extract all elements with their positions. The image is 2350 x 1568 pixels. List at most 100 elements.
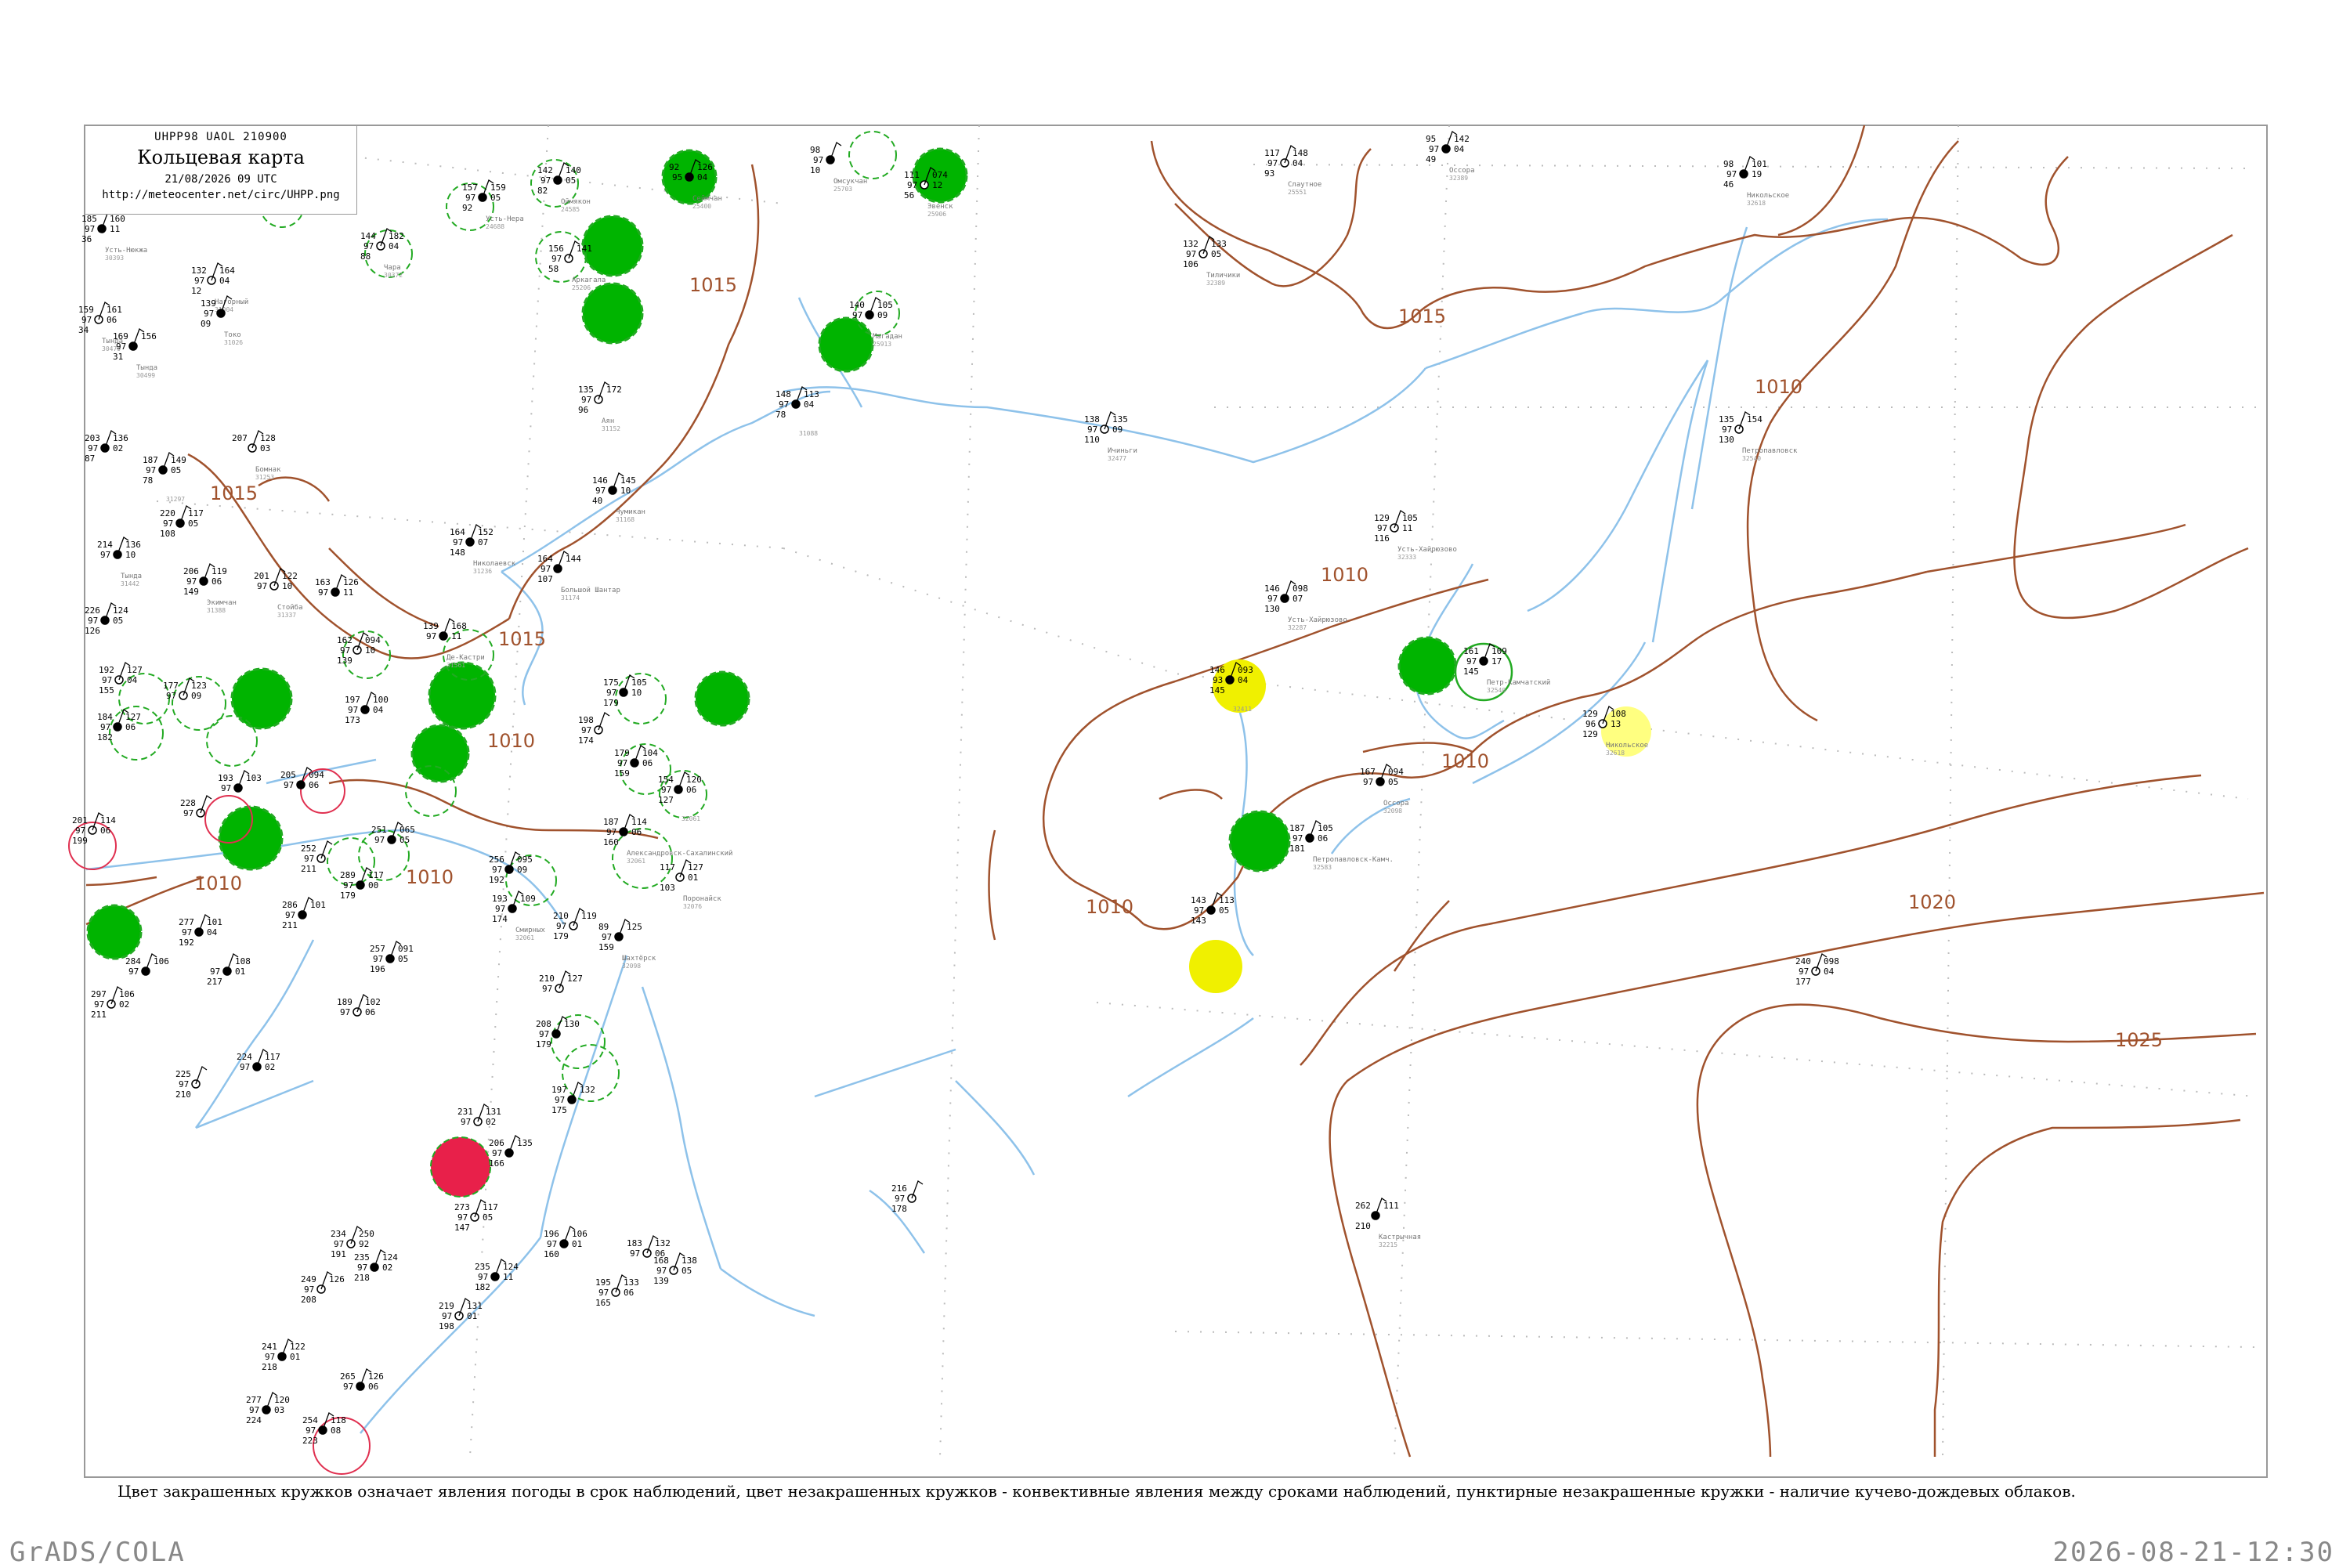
station-pressure: 56 bbox=[904, 190, 914, 201]
weather-fill-green bbox=[1228, 810, 1291, 873]
station-name: Усть-Нера bbox=[486, 215, 524, 223]
station-pressure: 12 bbox=[191, 286, 201, 296]
station-visibility: 02 bbox=[119, 999, 129, 1010]
station-dewpoint: 95 bbox=[672, 172, 682, 182]
station-pressure-tendency: 128 bbox=[260, 433, 276, 443]
station-temperature: 135 bbox=[578, 385, 594, 395]
station-dewpoint: 97 bbox=[453, 537, 463, 547]
station-visibility: 06 bbox=[309, 780, 319, 790]
station-dewpoint: 97 bbox=[1363, 777, 1373, 787]
station-dewpoint: 97 bbox=[186, 576, 197, 587]
station-temperature: 249 bbox=[301, 1274, 316, 1284]
isobar-label: 1020 bbox=[1908, 891, 1956, 913]
station-dewpoint: 97 bbox=[100, 722, 110, 732]
station-temperature: 225 bbox=[175, 1069, 191, 1079]
isobar-label: 1010 bbox=[406, 866, 454, 888]
station-dewpoint: 97 bbox=[265, 1352, 275, 1362]
station-pressure: 191 bbox=[331, 1249, 346, 1259]
isobar-label: 1015 bbox=[689, 274, 737, 296]
station-visibility: 01 bbox=[290, 1352, 300, 1362]
station-name: Магадан bbox=[873, 333, 902, 341]
station-pressure-tendency: 250 bbox=[359, 1229, 374, 1239]
station-pressure: 116 bbox=[1374, 533, 1390, 544]
station-dewpoint: 97 bbox=[304, 854, 314, 864]
station-visibility: 02 bbox=[113, 443, 123, 453]
station-pressure-tendency: 105 bbox=[877, 300, 893, 310]
station-pressure-tendency: 120 bbox=[686, 775, 702, 785]
station-pressure: 31 bbox=[113, 352, 123, 362]
station-temperature: 111 bbox=[904, 170, 920, 180]
station-name: Чумикан bbox=[616, 508, 645, 516]
station-index: 31388 bbox=[207, 607, 226, 614]
station-pressure-tendency: 118 bbox=[331, 1415, 346, 1425]
station-dewpoint: 97 bbox=[656, 1266, 667, 1276]
station-pressure-tendency: 120 bbox=[274, 1395, 290, 1405]
station-temperature: 220 bbox=[160, 508, 175, 518]
isobar-label: 1015 bbox=[1398, 305, 1446, 327]
station-dewpoint: 97 bbox=[304, 1284, 314, 1295]
station-visibility: 11 bbox=[503, 1272, 513, 1282]
station-visibility: 10 bbox=[631, 688, 642, 698]
station-dewpoint: 97 bbox=[94, 999, 104, 1010]
station-pressure: 145 bbox=[1463, 667, 1479, 677]
station-visibility: 05 bbox=[566, 175, 576, 186]
station-pressure-tendency: 103 bbox=[246, 773, 262, 783]
station-pressure-tendency: 124 bbox=[382, 1252, 398, 1263]
station-dewpoint: 97 bbox=[457, 1212, 468, 1223]
station-dewpoint: 97 bbox=[163, 518, 173, 529]
station-dewpoint: 97 bbox=[852, 310, 862, 320]
station-temperature: 187 bbox=[1289, 823, 1305, 833]
station-dewpoint: 97 bbox=[478, 1272, 488, 1282]
station-index: 25703 bbox=[833, 186, 852, 193]
station-visibility: 11 bbox=[451, 631, 461, 641]
station-pressure: 108 bbox=[160, 529, 175, 539]
station-temperature: 277 bbox=[179, 917, 194, 927]
station-temperature: 286 bbox=[282, 900, 298, 910]
station-pressure-tendency: 124 bbox=[113, 605, 128, 616]
station-name: Никольское bbox=[1747, 192, 1789, 200]
station-index: 25400 bbox=[692, 203, 711, 210]
station-pressure-tendency: 117 bbox=[368, 870, 384, 880]
isobar-label: 1010 bbox=[194, 873, 242, 894]
station-visibility: 12 bbox=[932, 180, 942, 190]
station-visibility: 09 bbox=[517, 865, 527, 875]
station-name: Тында bbox=[136, 364, 157, 372]
station-pressure: 78 bbox=[143, 475, 153, 486]
station-dewpoint: 93 bbox=[1213, 675, 1223, 685]
station-pressure: 127 bbox=[658, 795, 674, 805]
station-visibility: 09 bbox=[191, 691, 201, 701]
station-pressure: 199 bbox=[72, 836, 88, 846]
station-pressure-tendency: 182 bbox=[389, 231, 404, 241]
station-pressure-tendency: 095 bbox=[517, 854, 533, 865]
station-temperature: 265 bbox=[340, 1371, 356, 1382]
isobar-label: 1010 bbox=[1755, 376, 1802, 398]
station-dewpoint: 97 bbox=[442, 1311, 452, 1321]
station-index: 32061 bbox=[627, 858, 645, 865]
station-visibility: 04 bbox=[207, 927, 218, 938]
station-temperature: 167 bbox=[1360, 767, 1376, 777]
map-url[interactable]: http://meteocenter.net/circ/UHPP.png bbox=[85, 189, 356, 201]
station-dewpoint: 97 bbox=[257, 581, 267, 591]
station-index: 32061 bbox=[682, 815, 700, 822]
station-temperature: 206 bbox=[489, 1138, 504, 1148]
station-dewpoint: 97 bbox=[100, 550, 110, 560]
station-dewpoint: 97 bbox=[581, 725, 591, 735]
station-dewpoint: 97 bbox=[221, 783, 231, 793]
station-pressure-tendency: 098 bbox=[1292, 583, 1308, 594]
map-title-box: UHPP98 UAOL 210900 Кольцевая карта 21/08… bbox=[85, 125, 357, 215]
station-temperature: 140 bbox=[849, 300, 865, 310]
station-pressure: 173 bbox=[345, 715, 360, 725]
station-name: Бомнак bbox=[255, 466, 281, 474]
station-pressure-tendency: 094 bbox=[309, 770, 324, 780]
station-temperature: 143 bbox=[1191, 895, 1206, 905]
station-dewpoint: 97 bbox=[595, 486, 606, 496]
station-pressure-tendency: 105 bbox=[1402, 513, 1418, 523]
weather-fill-green bbox=[218, 805, 284, 871]
station-dewpoint: 97 bbox=[179, 1079, 189, 1089]
station-temperature: 146 bbox=[1264, 583, 1280, 594]
station-pressure-tendency: 101 bbox=[207, 917, 222, 927]
station-name: Никольское bbox=[1606, 742, 1648, 750]
station-index: 30499 bbox=[136, 372, 155, 379]
station-temperature: 187 bbox=[143, 455, 158, 465]
station-pressure: 149 bbox=[183, 587, 199, 597]
